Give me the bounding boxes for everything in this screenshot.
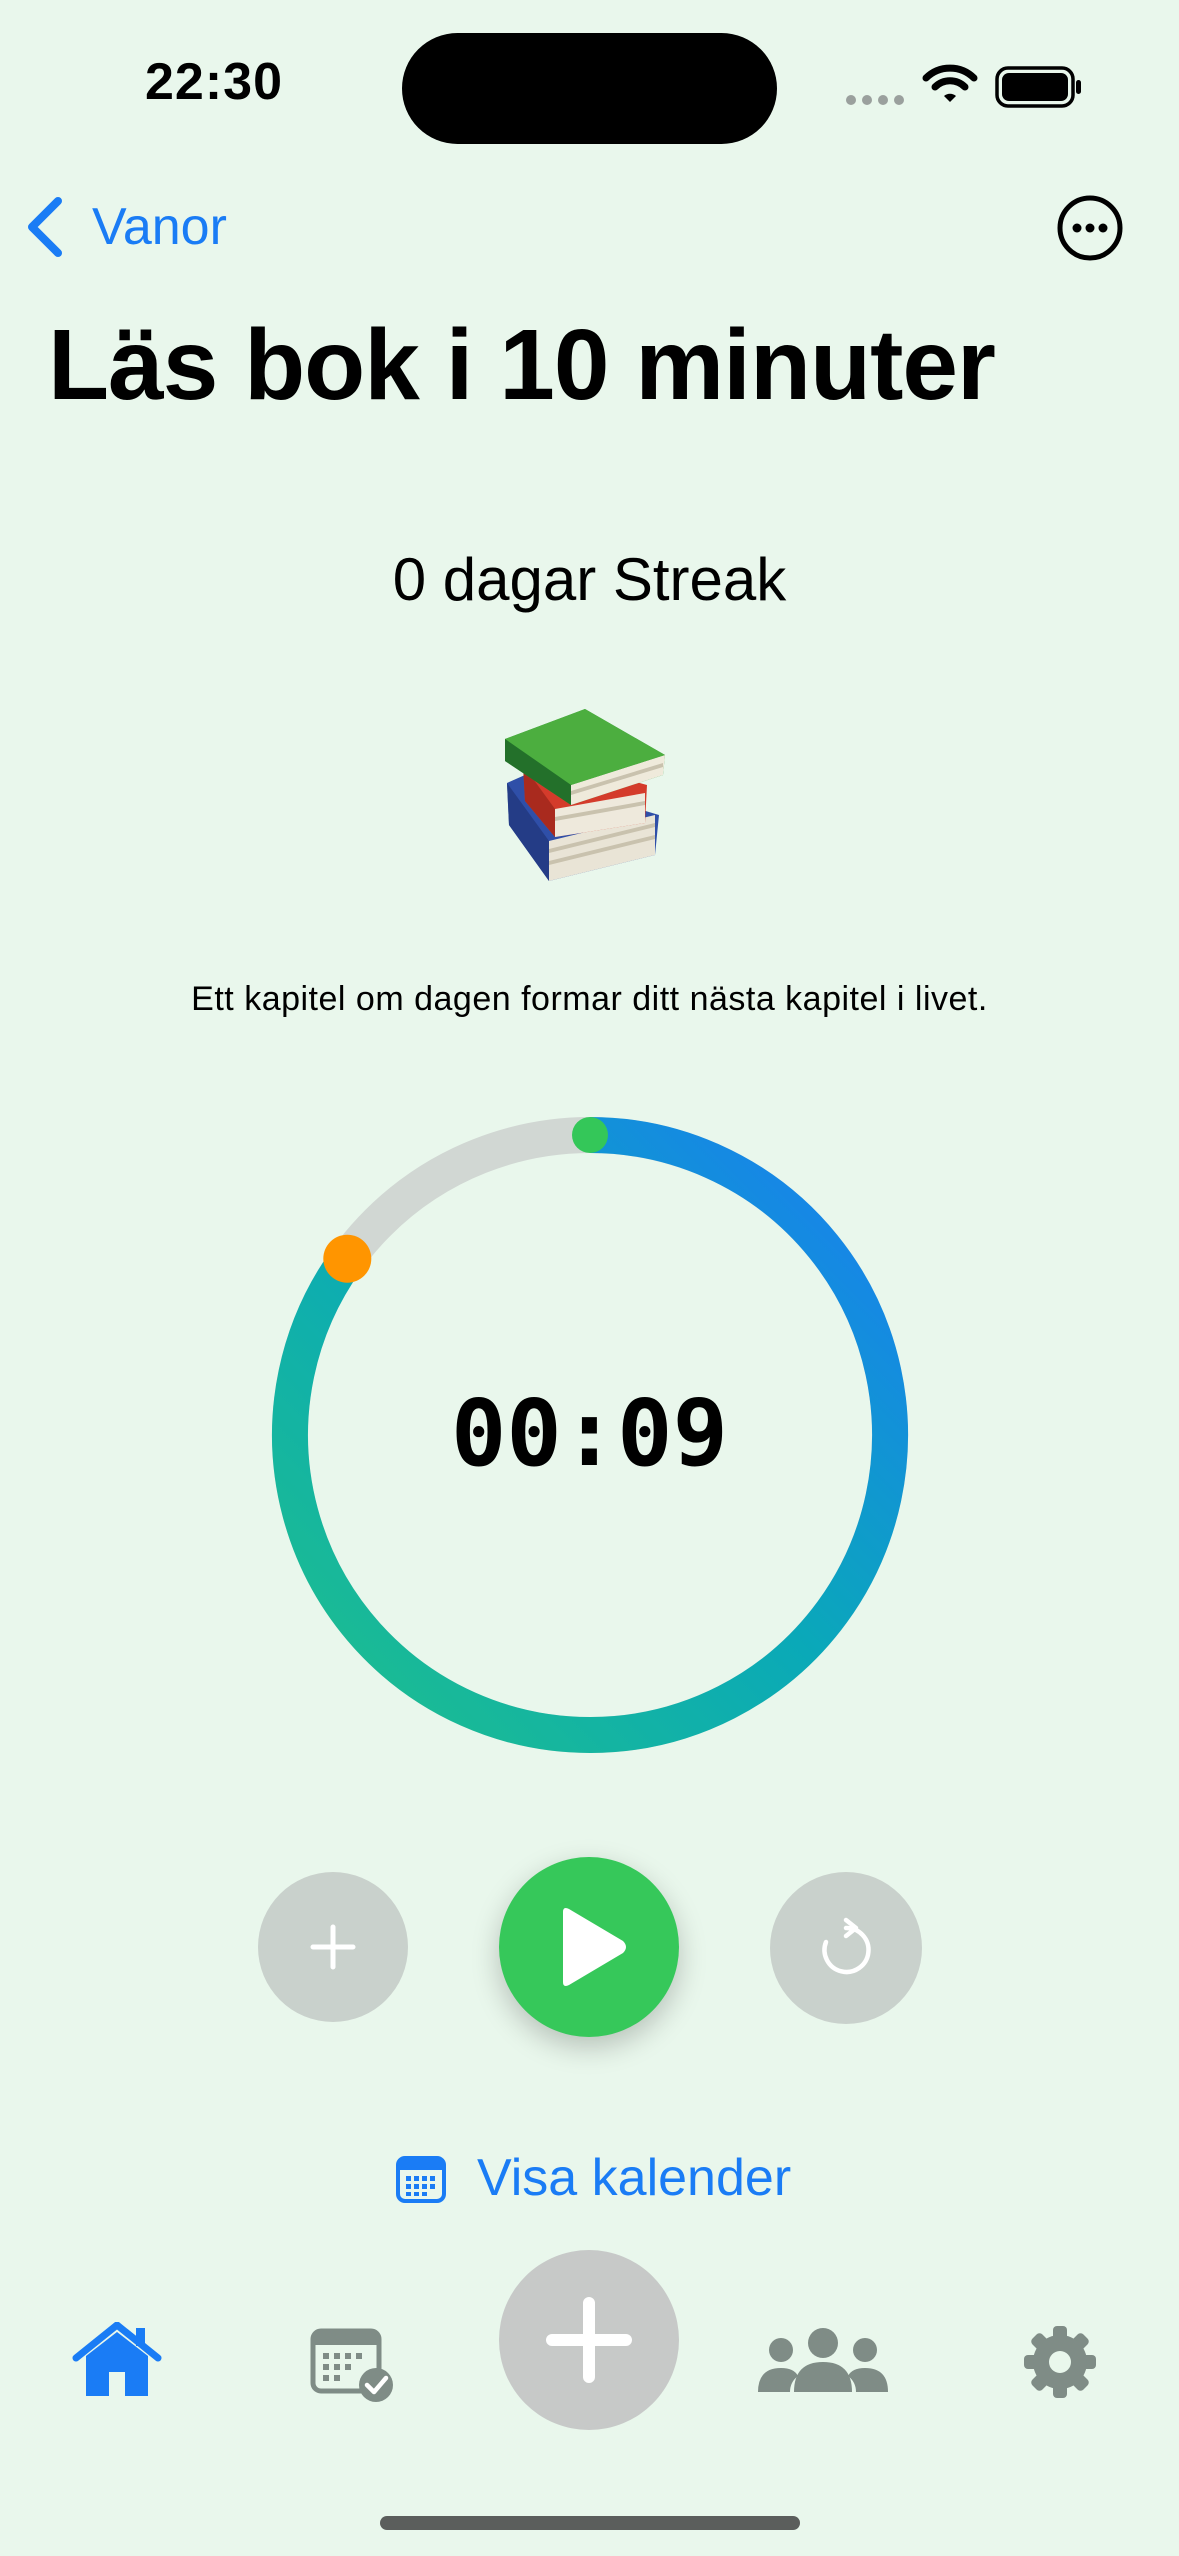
habit-title: Läs bok i 10 minuter (48, 309, 996, 421)
calendar-icon (396, 2156, 446, 2203)
play-button[interactable] (499, 1857, 679, 2037)
cellular-signal-icon (846, 95, 904, 105)
streak-label: 0 dagar Streak (392, 546, 787, 613)
ring-start-marker (572, 1117, 608, 1153)
home-icon (72, 2322, 162, 2396)
play-icon (563, 1908, 626, 1986)
show-calendar-link[interactable]: Visa kalender (395, 2148, 791, 2208)
reset-button[interactable] (770, 1872, 922, 2024)
timer-display: 00:09 (451, 1380, 728, 1487)
chevron-left-icon (28, 197, 62, 257)
add-time-button[interactable] (258, 1872, 408, 2022)
more-options-button[interactable] (1056, 194, 1124, 262)
tab-add-habit[interactable] (499, 2250, 679, 2430)
tab-home[interactable] (72, 2322, 162, 2398)
home-indicator (380, 2516, 800, 2530)
tab-friends[interactable] (758, 2326, 888, 2396)
back-label: Vanor (92, 198, 227, 256)
back-button[interactable]: Vanor (22, 192, 227, 262)
tab-calendar[interactable] (310, 2325, 396, 2403)
dynamic-island (402, 33, 777, 144)
status-time: 22:30 (145, 53, 283, 111)
show-calendar-label: Visa kalender (477, 2149, 792, 2207)
wifi-icon (922, 64, 978, 102)
habit-quote: Ett kapitel om dagen formar ditt nästa k… (191, 980, 988, 1018)
plus-icon (310, 1924, 356, 1970)
calendar-check-icon (310, 2328, 393, 2402)
plus-icon (546, 2297, 632, 2383)
reset-icon (822, 1917, 871, 1975)
gear-icon (1024, 2326, 1096, 2398)
tab-settings[interactable] (1022, 2324, 1098, 2400)
ring-end-knob (323, 1234, 372, 1283)
people-icon (758, 2328, 888, 2392)
books-icon (505, 709, 665, 881)
battery-icon (995, 66, 1081, 108)
